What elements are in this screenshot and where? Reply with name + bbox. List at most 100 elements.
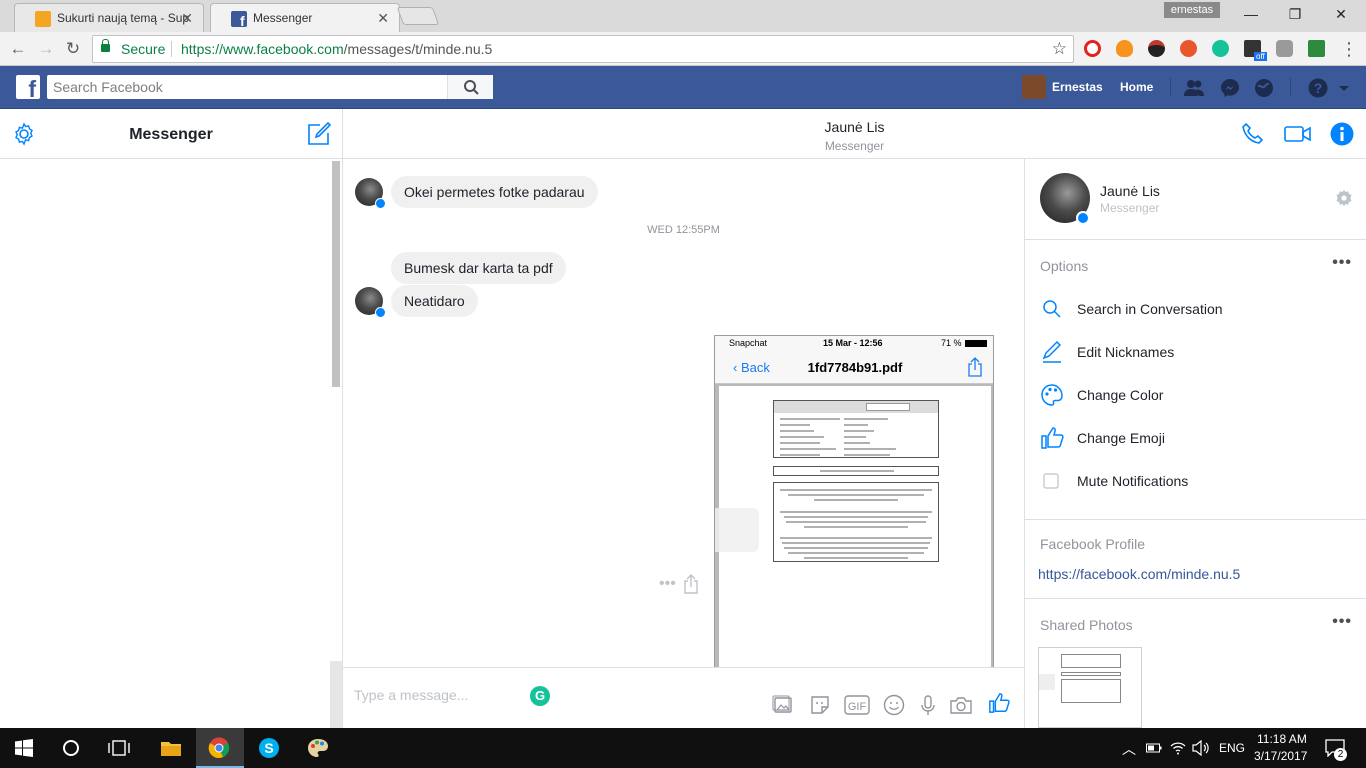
- clock-time[interactable]: 11:18 AM: [1257, 732, 1307, 746]
- messenger-badge-icon: [1076, 211, 1090, 225]
- share-message-icon[interactable]: [683, 574, 699, 594]
- ninja-extension-icon[interactable]: [1148, 40, 1165, 57]
- message-bubble[interactable]: Neatidaro: [391, 285, 478, 317]
- volume-icon[interactable]: [1192, 740, 1210, 756]
- flame-extension-icon[interactable]: [1116, 40, 1133, 57]
- messenger-icon[interactable]: [1220, 78, 1240, 98]
- minimize-window-icon[interactable]: —: [1236, 4, 1266, 24]
- facebook-profile-heading: Facebook Profile: [1040, 536, 1146, 552]
- database-extension-icon[interactable]: [1276, 40, 1293, 57]
- conversation-list-scrollbar[interactable]: [332, 161, 340, 387]
- grammarly-extension-icon[interactable]: [1212, 40, 1229, 57]
- browser-tab-sukurti[interactable]: Sukurti naują temą - Sup ✕: [14, 3, 204, 32]
- phone-nav-bar: ‹ Back 1fd7784b91.pdf: [715, 352, 993, 384]
- grammarly-icon[interactable]: G: [530, 686, 550, 706]
- option-search-in-conversation[interactable]: Search in Conversation: [1040, 295, 1360, 325]
- option-edit-nicknames[interactable]: Edit Nicknames: [1040, 338, 1360, 368]
- skype-taskbar-icon[interactable]: S: [245, 728, 293, 768]
- bookmark-star-icon[interactable]: ☆: [1052, 36, 1067, 62]
- download-extension-icon[interactable]: [1308, 40, 1325, 57]
- option-change-emoji[interactable]: Change Emoji: [1040, 424, 1360, 454]
- shared-photo-thumbnail[interactable]: [1038, 647, 1142, 728]
- address-bar[interactable]: Secure https://www.facebook.com/messages…: [92, 35, 1074, 63]
- close-window-icon[interactable]: ✕: [1326, 4, 1356, 24]
- cortana-search-icon[interactable]: [62, 739, 80, 757]
- forward-arrow-icon[interactable]: →: [35, 38, 57, 60]
- voice-clip-icon[interactable]: [917, 694, 939, 716]
- facebook-search-button[interactable]: [447, 75, 493, 99]
- friend-requests-icon[interactable]: [1184, 78, 1204, 98]
- paint-taskbar-icon[interactable]: [294, 728, 342, 768]
- url-text[interactable]: https://www.facebook.com/messages/t/mind…: [181, 36, 492, 62]
- help-question-icon[interactable]: ?: [1308, 78, 1328, 98]
- gif-icon[interactable]: GIF: [844, 694, 870, 716]
- battery-icon[interactable]: [1146, 742, 1162, 754]
- sticker-icon[interactable]: [809, 694, 831, 716]
- conversation-settings-gear-icon[interactable]: [1335, 189, 1353, 207]
- voice-call-icon[interactable]: [1240, 121, 1266, 147]
- browser-profile-chip[interactable]: ernestas: [1164, 2, 1220, 18]
- conversation-details-panel: Jaunė Lis Messenger Options ••• Search i…: [1024, 159, 1366, 728]
- option-change-color[interactable]: Change Color: [1040, 381, 1360, 411]
- message-more-actions-icon[interactable]: •••: [659, 575, 676, 593]
- facebook-logo-icon[interactable]: f: [16, 75, 40, 99]
- contact-avatar[interactable]: [355, 178, 386, 209]
- contact-profile-avatar[interactable]: [1040, 173, 1090, 225]
- close-tab-icon[interactable]: ✕: [377, 10, 389, 27]
- message-input[interactable]: [354, 682, 654, 708]
- facebook-search-input[interactable]: [47, 75, 493, 99]
- windows-start-icon[interactable]: [15, 739, 33, 757]
- chrome-taskbar-icon[interactable]: [196, 728, 244, 768]
- facebook-profile-link[interactable]: https://facebook.com/minde.nu.5: [1038, 566, 1240, 582]
- shared-photos-more-icon[interactable]: •••: [1332, 613, 1352, 631]
- options-heading: Options: [1040, 258, 1089, 274]
- pencil-icon: [1042, 340, 1062, 363]
- fire-extension-icon[interactable]: [1180, 40, 1197, 57]
- user-avatar[interactable]: [1022, 75, 1046, 99]
- conversation-list-panel: Messenger: [0, 109, 343, 728]
- browser-tab-messenger[interactable]: f Messenger ✕: [210, 3, 400, 32]
- shared-screenshot-image[interactable]: Snapchat 15 Mar - 12:56 71 % ‹ Back 1fd7…: [714, 335, 994, 667]
- task-view-icon[interactable]: [108, 739, 130, 757]
- contact-avatar[interactable]: [355, 287, 386, 318]
- reload-icon[interactable]: ↻: [62, 38, 84, 60]
- close-tab-icon[interactable]: ✕: [181, 10, 193, 27]
- restore-window-icon[interactable]: ❐: [1280, 4, 1310, 24]
- add-photos-icon[interactable]: [772, 694, 794, 716]
- user-name-link[interactable]: Ernestas: [1052, 80, 1103, 94]
- chrome-menu-icon[interactable]: ⋮: [1338, 38, 1360, 60]
- wifi-icon[interactable]: [1170, 740, 1186, 756]
- camera-icon[interactable]: [949, 694, 973, 716]
- input-language[interactable]: ENG: [1219, 741, 1245, 755]
- phone-share-icon: [968, 357, 982, 377]
- status-app: Snapchat: [729, 338, 768, 348]
- contact-name[interactable]: Jaunė Lis: [343, 119, 1366, 135]
- shared-photos-heading: Shared Photos: [1040, 617, 1133, 633]
- option-mute-notifications[interactable]: Mute Notifications: [1040, 467, 1360, 497]
- show-hidden-icons-chevron-icon[interactable]: ︿: [1122, 739, 1136, 759]
- checkbox-icon[interactable]: [1040, 469, 1064, 493]
- url-divider: [171, 41, 172, 57]
- notification-count-badge: 2: [1334, 748, 1347, 761]
- contact-profile-name[interactable]: Jaunė Lis: [1100, 183, 1160, 199]
- clock-date[interactable]: 3/17/2017: [1254, 749, 1307, 763]
- message-bubble[interactable]: Okei permetes fotke padarau: [391, 176, 598, 208]
- back-arrow-icon[interactable]: ←: [7, 38, 29, 60]
- globe-notifications-icon[interactable]: [1254, 78, 1274, 98]
- image-prev-arrow[interactable]: [715, 508, 759, 552]
- message-bubble[interactable]: Bumesk dar karta ta pdf: [391, 252, 566, 284]
- option-label: Change Color: [1077, 387, 1164, 403]
- compose-new-message-icon[interactable]: [306, 121, 332, 147]
- video-call-icon[interactable]: [1284, 123, 1312, 145]
- send-like-thumb-icon[interactable]: [987, 692, 1011, 714]
- file-explorer-taskbar-icon[interactable]: [147, 728, 195, 768]
- opera-extension-icon[interactable]: [1084, 40, 1101, 57]
- message-timestamp: WED 12:55PM: [647, 224, 720, 236]
- home-link[interactable]: Home: [1120, 80, 1153, 94]
- emoji-icon[interactable]: [883, 694, 905, 716]
- account-menu-chevron-icon[interactable]: [1337, 78, 1351, 98]
- svg-text:GIF: GIF: [848, 701, 867, 713]
- conversation-info-icon[interactable]: [1330, 122, 1354, 146]
- options-more-icon[interactable]: •••: [1332, 254, 1352, 272]
- new-tab-button[interactable]: [396, 7, 440, 25]
